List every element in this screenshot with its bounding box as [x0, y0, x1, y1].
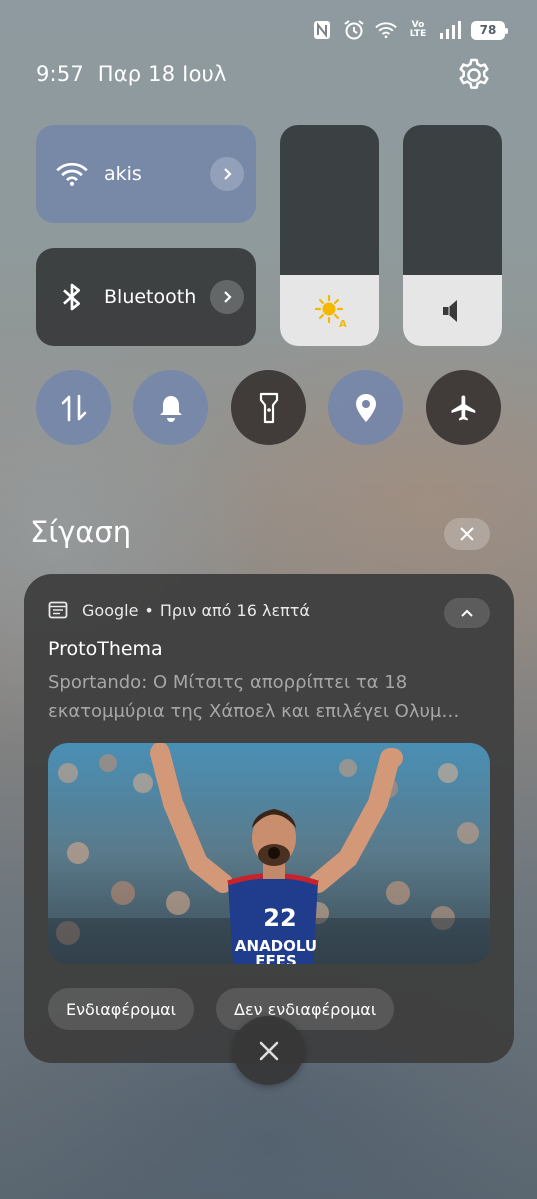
bluetooth-icon: [63, 283, 80, 311]
bluetooth-tile-label: Bluetooth: [104, 286, 197, 308]
wifi-icon: [56, 162, 88, 186]
mobile-data-toggle[interactable]: [36, 370, 111, 445]
location-toggle[interactable]: [328, 370, 403, 445]
interested-button[interactable]: Ενδιαφέρομαι: [48, 988, 195, 1030]
collapse-notification-button[interactable]: [444, 598, 490, 628]
status-bar: Vo LTE 78: [311, 14, 508, 46]
bluetooth-tile[interactable]: Bluetooth: [36, 248, 256, 346]
chevron-up-icon: [461, 609, 473, 617]
brightness-slider-fill: A: [280, 275, 379, 346]
gear-icon: [459, 58, 489, 89]
notification-app-name: Google: [82, 600, 139, 620]
wifi-icon: [375, 19, 397, 41]
volume-slider[interactable]: [403, 125, 502, 346]
clock-date: Παρ 18 Ιουλ: [97, 62, 227, 86]
notification-image[interactable]: 22 ANADOLU EFES: [48, 743, 490, 964]
volte-icon: Vo LTE: [407, 19, 429, 41]
svg-text:A: A: [339, 319, 347, 329]
header-separator: •: [144, 600, 154, 620]
brightness-auto-icon: A: [314, 294, 347, 329]
flashlight-toggle[interactable]: [231, 370, 306, 445]
clear-silent-button[interactable]: [444, 518, 490, 550]
chevron-right-icon: [224, 168, 232, 180]
jersey-text-sponsor: EFES: [255, 952, 297, 964]
basketball-player-photo: 22 ANADOLU EFES: [48, 743, 490, 964]
speaker-icon: [442, 299, 457, 322]
notification-time: Πριν από 16 λεπτά: [159, 600, 310, 620]
settings-button[interactable]: [455, 56, 493, 94]
airplane-icon: [451, 395, 475, 420]
brightness-slider[interactable]: A: [280, 125, 379, 346]
jersey-number: 22: [263, 904, 296, 932]
battery-level: 78: [479, 23, 497, 37]
notification-card[interactable]: Google • Πριν από 16 λεπτά ProtoThema Sp…: [24, 574, 514, 1063]
alarm-icon: [343, 19, 365, 41]
news-app-icon: [48, 601, 68, 619]
notification-title: ProtoThema: [48, 638, 163, 660]
date-time: 9:57 Παρ 18 Ιουλ: [36, 62, 227, 86]
wifi-tile-label: akis: [104, 163, 142, 185]
airplane-mode-toggle[interactable]: [426, 370, 501, 445]
sound-toggle[interactable]: [133, 370, 208, 445]
volume-slider-fill: [403, 275, 502, 346]
clear-all-button[interactable]: [233, 1016, 304, 1085]
data-arrows-icon: [61, 394, 86, 421]
clock-time: 9:57: [36, 62, 84, 86]
close-icon: [259, 1041, 278, 1060]
volte-bottom-label: LTE: [409, 29, 427, 39]
chevron-right-icon: [224, 291, 232, 303]
silent-section-title: Σίγαση: [30, 515, 132, 549]
signal-icon: [439, 19, 461, 41]
nfc-icon: [311, 19, 333, 41]
location-icon: [355, 393, 376, 422]
bluetooth-details-button[interactable]: [210, 280, 244, 314]
bell-icon: [159, 395, 182, 422]
wifi-tile[interactable]: akis: [36, 125, 256, 223]
battery-indicator: 78: [471, 20, 508, 40]
notification-body: Sportando: Ο Μίτσιτς απορρίπτει τα 18 εκ…: [48, 672, 460, 722]
close-icon: [460, 527, 474, 541]
not-interested-button[interactable]: Δεν ενδιαφέρομαι: [216, 988, 395, 1030]
notification-header: Google • Πριν από 16 λεπτά: [48, 600, 310, 620]
wifi-details-button[interactable]: [210, 157, 244, 191]
flashlight-icon: [259, 392, 278, 423]
